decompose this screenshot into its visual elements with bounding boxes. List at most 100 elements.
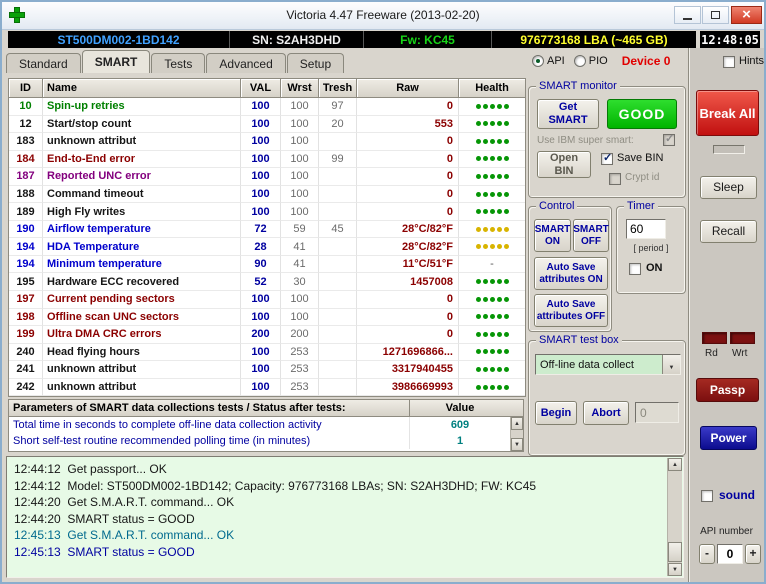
close-button[interactable] (731, 6, 762, 24)
table-row[interactable]: 242 unknown attribut 100 253 3986669993 (9, 378, 525, 397)
log-scrollbar[interactable] (667, 458, 682, 576)
cell-wrst: 100 (281, 133, 319, 151)
health-dot (482, 226, 488, 232)
cell-raw: 3986669993 (357, 378, 459, 397)
table-row[interactable]: 198 Offline scan UNC sectors 100 100 0 (9, 308, 525, 327)
params-scrollbar[interactable] (510, 417, 523, 451)
cell-health: - (459, 256, 525, 274)
health-dot (475, 138, 481, 144)
passport-button[interactable]: Passp (696, 378, 759, 402)
smart-off-button[interactable]: SMART OFF (573, 219, 609, 252)
table-row[interactable]: 194 Minimum temperature 90 41 11°C/51°F - (9, 255, 525, 274)
param-row[interactable]: Total time in seconds to complete off-li… (9, 417, 510, 433)
api-number-plus-button[interactable]: + (745, 544, 761, 564)
pio-radio[interactable] (573, 55, 586, 67)
scroll-up-icon[interactable] (511, 417, 523, 430)
cell-wrst: 100 (281, 185, 319, 204)
health-dot (482, 173, 488, 179)
scrollbar-thumb[interactable] (668, 542, 682, 562)
test-type-select[interactable]: Off-line data collect (535, 354, 681, 375)
table-row[interactable]: 183 unknown attribut 100 100 0 (9, 133, 525, 151)
crypt-id-checkbox[interactable] (609, 173, 621, 185)
table-row[interactable]: 187 Reported UNC error 100 100 0 (9, 168, 525, 186)
cell-tresh (319, 255, 357, 274)
tab-standard[interactable]: Standard (6, 53, 81, 73)
hints-checkbox[interactable] (723, 56, 735, 68)
tab-smart[interactable]: SMART (81, 50, 151, 73)
cell-health (459, 116, 525, 134)
cell-id: 10 (9, 98, 43, 116)
health-dot (482, 331, 488, 337)
tab-extras: API PIO Device 0 (532, 53, 670, 69)
power-button[interactable]: Power (700, 426, 757, 450)
table-row[interactable]: 184 End-to-End error 100 100 99 0 (9, 150, 525, 169)
log-lines: 12:44:12 Get passport... OK 12:44:12 Mode… (14, 461, 661, 575)
smart-on-button[interactable]: SMART ON (534, 219, 571, 252)
scroll-down-icon[interactable] (668, 563, 682, 576)
cell-tresh (319, 168, 357, 186)
cell-val: 200 (241, 326, 281, 344)
table-row[interactable]: 240 Head flying hours 100 253 1271696866... (9, 343, 525, 362)
tab-tests[interactable]: Tests (151, 53, 206, 73)
smart-test-group: SMART test box Off-line data collect Beg… (528, 334, 686, 456)
health-dot (475, 366, 481, 372)
cell-val: 100 (241, 203, 281, 221)
cell-tresh: 45 (319, 220, 357, 239)
minimize-button[interactable] (674, 6, 701, 24)
open-bin-button[interactable]: Open BIN (537, 151, 591, 178)
table-row[interactable]: 197 Current pending sectors 100 100 0 (9, 291, 525, 309)
table-row[interactable]: 195 Hardware ECC recovered 52 30 1457008 (9, 273, 525, 292)
break-all-button[interactable]: Break All (696, 90, 759, 136)
cell-wrst: 253 (281, 378, 319, 397)
params-body: Total time in seconds to complete off-li… (9, 417, 510, 451)
cell-tresh (319, 273, 357, 292)
health-dot (489, 103, 495, 109)
health-dot (503, 296, 509, 302)
maximize-button[interactable] (702, 6, 729, 24)
tab-setup[interactable]: Setup (286, 53, 345, 73)
cell-health (459, 203, 525, 221)
table-row[interactable]: 194 HDA Temperature 28 41 28°C/82°F (9, 238, 525, 256)
get-smart-button[interactable]: Get SMART (537, 99, 599, 129)
timer-on-checkbox[interactable] (629, 263, 641, 275)
table-row[interactable]: 190 Airflow temperature 72 59 45 28°C/82°F (9, 220, 525, 239)
timer-period-input[interactable] (626, 219, 666, 239)
health-dot (503, 138, 509, 144)
table-row[interactable]: 241 unknown attribut 100 253 3317940455 (9, 361, 525, 379)
tab-advanced[interactable]: Advanced (206, 53, 286, 73)
victoria-window: Victoria 4.47 Freeware (2013-02-20) ST50… (0, 0, 766, 584)
sound-checkbox[interactable] (701, 490, 713, 502)
cell-id: 198 (9, 308, 43, 327)
table-row[interactable]: 188 Command timeout 100 100 0 (9, 185, 525, 204)
cell-id: 240 (9, 343, 43, 362)
title-bar[interactable]: Victoria 4.47 Freeware (2013-02-20) (2, 2, 764, 30)
smart-status-indicator[interactable]: GOOD (607, 99, 677, 129)
api-number-minus-button[interactable]: - (699, 544, 715, 564)
api-radio[interactable] (532, 55, 544, 67)
cell-wrst: 41 (281, 238, 319, 256)
cell-tresh (319, 291, 357, 309)
cell-wrst: 100 (281, 168, 319, 186)
cell-val: 100 (241, 308, 281, 327)
abort-button[interactable]: Abort (583, 401, 629, 425)
combo-dropdown-button[interactable] (662, 355, 680, 374)
table-row[interactable]: 189 High Fly writes 100 100 0 (9, 203, 525, 221)
sleep-button[interactable]: Sleep (700, 176, 757, 199)
begin-button[interactable]: Begin (535, 401, 577, 425)
autosave-attributes-off-button[interactable]: Auto Save attributes OFF (534, 294, 608, 327)
table-row[interactable]: 10 Spin-up retries 100 100 97 0 (9, 98, 525, 116)
param-row[interactable]: Short self-test routine recommended poll… (9, 433, 510, 449)
health-dot (503, 244, 509, 250)
scroll-up-icon[interactable] (668, 458, 682, 471)
read-led (702, 332, 727, 344)
scroll-down-icon[interactable] (511, 438, 523, 451)
table-row[interactable]: 12 Start/stop count 100 100 20 553 (9, 115, 525, 134)
progress-indicator (713, 145, 745, 154)
autosave-attributes-on-button[interactable]: Auto Save attributes ON (534, 257, 608, 290)
table-row[interactable]: 199 Ultra DMA CRC errors 200 200 0 (9, 326, 525, 344)
save-bin-checkbox[interactable] (601, 151, 613, 165)
health-dot (482, 191, 488, 197)
recall-button[interactable]: Recall (700, 220, 757, 243)
health-dot (482, 244, 488, 250)
cell-id: 242 (9, 378, 43, 397)
